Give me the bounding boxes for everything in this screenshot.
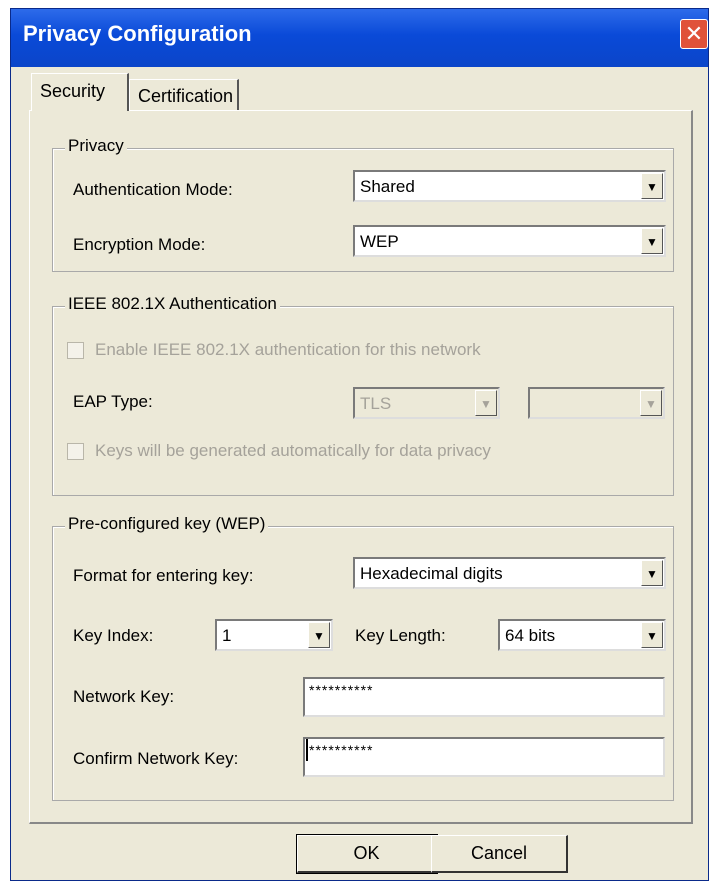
confirm-network-key-input[interactable]: **********	[303, 737, 665, 777]
close-icon: ✕	[684, 21, 704, 46]
chevron-down-icon[interactable]: ▼	[641, 173, 663, 199]
window-title: Privacy Configuration	[23, 21, 252, 46]
keys-auto-label: Keys will be generated automatically for…	[95, 441, 491, 460]
chevron-down-icon[interactable]: ▼	[641, 622, 663, 648]
authentication-mode-label: Authentication Mode:	[73, 180, 233, 199]
encryption-mode-select[interactable]: WEP ▼	[353, 225, 666, 257]
confirm-network-key-label: Confirm Network Key:	[73, 749, 239, 768]
key-index-value: 1	[222, 626, 232, 645]
tab-security[interactable]: Security	[31, 73, 129, 111]
wep-key-group: Pre-configured key (WEP) Format for ente…	[52, 514, 674, 801]
encryption-mode-label: Encryption Mode:	[73, 235, 206, 254]
chevron-down-icon[interactable]: ▼	[475, 390, 497, 416]
title-bar[interactable]: Privacy Configuration ✕	[11, 9, 708, 67]
enable-8021x-checkbox[interactable]	[67, 342, 84, 359]
network-key-value: **********	[309, 682, 374, 698]
text-caret	[306, 739, 308, 761]
close-button[interactable]: ✕	[680, 19, 708, 49]
security-tab-panel: Privacy Authentication Mode: Shared ▼ En…	[29, 110, 693, 824]
tab-certification[interactable]: Certification	[129, 79, 239, 111]
key-length-label: Key Length:	[355, 626, 446, 645]
wep-legend: Pre-configured key (WEP)	[65, 514, 269, 534]
confirm-network-key-value: **********	[309, 742, 374, 758]
authentication-mode-select[interactable]: Shared ▼	[353, 170, 666, 202]
privacy-legend: Privacy	[65, 136, 127, 156]
chevron-down-icon[interactable]: ▼	[641, 560, 663, 586]
authentication-mode-value: Shared	[360, 177, 415, 196]
network-key-label: Network Key:	[73, 687, 175, 706]
key-format-label: Format for entering key:	[73, 566, 254, 585]
cancel-button[interactable]: Cancel	[431, 835, 568, 873]
key-index-select[interactable]: 1 ▼	[215, 619, 333, 651]
ieee-8021x-group: IEEE 802.1X Authentication Enable IEEE 8…	[52, 294, 674, 496]
privacy-configuration-dialog: Privacy Configuration ✕ Security Certifi…	[10, 8, 709, 881]
privacy-group: Privacy Authentication Mode: Shared ▼ En…	[52, 136, 674, 272]
chevron-down-icon[interactable]: ▼	[640, 390, 662, 416]
eap-type-value: TLS	[360, 394, 392, 413]
encryption-mode-value: WEP	[360, 232, 399, 251]
key-format-value: Hexadecimal digits	[360, 564, 503, 583]
chevron-down-icon[interactable]: ▼	[308, 622, 330, 648]
chevron-down-icon[interactable]: ▼	[641, 228, 663, 254]
tab-certification-label: Certification	[138, 86, 234, 106]
keys-auto-checkbox[interactable]	[67, 443, 84, 460]
key-index-label: Key Index:	[73, 626, 154, 645]
enable-8021x-label: Enable IEEE 802.1X authentication for th…	[95, 340, 481, 359]
key-format-select[interactable]: Hexadecimal digits ▼	[353, 557, 666, 589]
ok-button[interactable]: OK	[296, 834, 438, 874]
network-key-input[interactable]: **********	[303, 677, 665, 717]
key-length-value: 64 bits	[505, 626, 556, 645]
eap-type-label: EAP Type:	[73, 392, 153, 411]
eap-type-select[interactable]: TLS ▼	[353, 387, 500, 419]
ieee-legend: IEEE 802.1X Authentication	[65, 294, 280, 314]
tab-security-label: Security	[40, 81, 106, 101]
key-length-select[interactable]: 64 bits ▼	[498, 619, 666, 651]
eap-secondary-select[interactable]: ▼	[528, 387, 665, 419]
